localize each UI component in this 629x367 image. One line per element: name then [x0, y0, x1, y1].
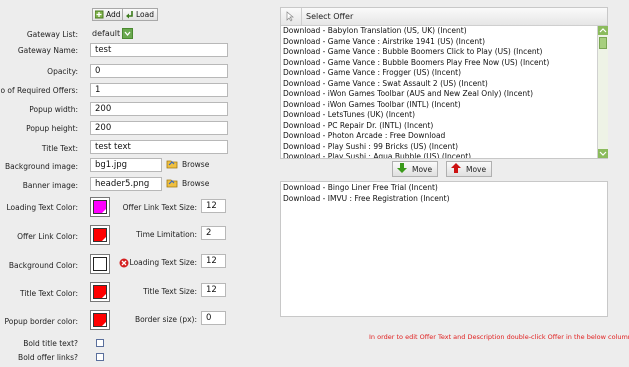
offer-link-text-size-input[interactable]: 12 — [201, 199, 226, 213]
loading-text-size-label: Loading Text Size: — [129, 258, 197, 267]
offer-list-item[interactable]: Download - iWon Games Toolbar (AUS and N… — [281, 89, 597, 100]
popup-width-label: Popup width: — [29, 105, 78, 114]
offer-list-item[interactable]: Download - LetsTunes (UK) (Incent) — [281, 110, 597, 121]
move-down-label: Move — [412, 164, 433, 174]
color-swatch — [93, 313, 107, 327]
color-swatch — [93, 228, 107, 242]
move-up-label: Move — [466, 164, 487, 174]
title-text-size-input[interactable]: 12 — [201, 283, 226, 297]
available-offers-panel: Select Offer Download - Babylon Translat… — [280, 7, 608, 159]
folder-icon — [166, 177, 178, 190]
gateway-list-value: default — [92, 28, 121, 38]
opacity-label: Opacity: — [47, 67, 78, 76]
border-size-label: Border size (px): — [134, 315, 197, 324]
offer-list-item[interactable]: Download - Game Vance : Bubble Boomers P… — [281, 58, 597, 69]
bold-offer-links-label: Bold offer links? — [18, 353, 78, 362]
offers-scrollbar[interactable] — [597, 26, 608, 158]
offer-list-item[interactable]: Download - Game Vance : Airstrike 1941 (… — [281, 37, 597, 48]
move-down-button[interactable]: Move — [392, 161, 439, 177]
loading-text-size-input[interactable]: 12 — [201, 254, 226, 268]
offers-panel-header: Select Offer — [281, 8, 607, 26]
add-label: Add — [106, 10, 121, 19]
scroll-down-icon[interactable] — [598, 149, 608, 158]
offer-list-item[interactable]: Download - Game Vance : Frogger (US) (In… — [281, 68, 597, 79]
required-offers-input[interactable]: 1 — [90, 83, 228, 97]
loading-text-color-picker[interactable] — [90, 197, 110, 217]
offer-list-item[interactable]: Download - Play Sushi : Aqua Bubble (US)… — [281, 152, 597, 158]
arrow-down-icon — [396, 162, 408, 176]
background-color-picker[interactable] — [90, 254, 110, 274]
title-text-color-label: Title Text Color: — [20, 289, 78, 298]
color-swatch — [93, 285, 107, 299]
time-limitation-input[interactable]: 2 — [201, 226, 226, 240]
add-icon — [94, 10, 104, 19]
time-limitation-label: Time Limitation: — [136, 230, 197, 239]
gateway-name-label: Gateway Name: — [17, 46, 78, 55]
browse-label: Browse — [182, 179, 210, 188]
popup-width-input[interactable]: 200 — [90, 102, 228, 116]
clear-color-icon[interactable] — [119, 258, 129, 268]
move-up-button[interactable]: Move — [446, 161, 493, 177]
border-size-input[interactable]: 0 — [201, 311, 226, 325]
banner-image-input[interactable]: header5.png — [90, 177, 162, 191]
offer-list-item[interactable]: Download - Play Sushi : 99 Bricks (US) (… — [281, 142, 597, 153]
available-offers-list[interactable]: Download - Babylon Translation (US, UK) … — [281, 26, 597, 158]
bold-offer-links-checkbox[interactable] — [96, 353, 104, 361]
bold-title-text-label: Bold title text? — [23, 339, 78, 348]
loading-text-color-label: Loading Text Color: — [6, 203, 78, 212]
background-image-input[interactable]: bg1.jpg — [90, 158, 162, 172]
offer-list-item[interactable]: Download - Photon Arcade : Free Download — [281, 131, 597, 142]
opacity-input[interactable]: 0 — [90, 64, 228, 78]
selected-offer-item[interactable]: Download - IMVU : Free Registration (Inc… — [281, 194, 607, 205]
color-swatch — [93, 257, 107, 271]
browse-label: Browse — [182, 160, 210, 169]
scroll-thumb[interactable] — [599, 37, 607, 49]
offer-list-item[interactable]: Download - Game Vance : Bubble Boomers C… — [281, 47, 597, 58]
background-image-label: Background image: — [4, 162, 78, 171]
chevron-down-icon — [122, 27, 134, 39]
title-text-color-picker[interactable] — [90, 282, 110, 302]
background-color-label: Background Color: — [8, 261, 78, 270]
folder-icon — [166, 158, 178, 171]
popup-border-color-label: Popup border color: — [4, 317, 78, 326]
gateway-list-label: Gateway List: — [26, 30, 78, 39]
title-text-size-label: Title Text Size: — [143, 287, 197, 296]
pointer-icon — [285, 11, 295, 24]
selected-offer-item[interactable]: Download - Bingo Liner Free Trial (Incen… — [281, 183, 607, 194]
load-button[interactable]: Load — [122, 8, 158, 21]
offer-list-item[interactable]: Download - Babylon Translation (US, UK) … — [281, 26, 597, 37]
edit-hint-text: In order to edit Offer Text and Descript… — [369, 333, 629, 341]
load-icon — [125, 10, 134, 19]
offer-link-color-label: Offer Link Color: — [17, 232, 78, 241]
load-label: Load — [136, 10, 154, 19]
offer-link-text-size-label: Offer Link Text Size: — [122, 203, 197, 212]
arrow-up-icon — [450, 162, 462, 176]
offers-panel-title: Select Offer — [306, 12, 354, 21]
add-button[interactable]: Add — [92, 8, 125, 21]
offer-list-item[interactable]: Download - Game Vance : Swat Assault 2 (… — [281, 79, 597, 90]
bold-title-text-checkbox[interactable] — [96, 339, 104, 347]
required-offers-label: No of Required Offers: — [0, 86, 78, 95]
banner-image-browse-button[interactable]: Browse — [166, 177, 209, 190]
gateway-name-input[interactable]: test — [90, 43, 228, 57]
banner-image-label: Banner image: — [22, 181, 78, 190]
selected-offers-panel[interactable]: Download - Bingo Liner Free Trial (Incen… — [280, 181, 608, 317]
popup-height-input[interactable]: 200 — [90, 121, 228, 135]
title-text-input[interactable]: test text — [90, 140, 228, 154]
title-text-label: Title Text: — [41, 144, 78, 153]
offer-link-color-picker[interactable] — [90, 225, 110, 245]
scroll-up-icon[interactable] — [598, 26, 608, 35]
gateway-list-select[interactable]: default — [92, 27, 134, 39]
background-image-browse-button[interactable]: Browse — [166, 158, 209, 171]
offer-list-item[interactable]: Download - PC Repair Dr. (INTL) (Incent) — [281, 121, 597, 132]
offer-list-item[interactable]: Download - iWon Games Toolbar (INTL) (In… — [281, 100, 597, 111]
popup-border-color-picker[interactable] — [90, 310, 110, 330]
color-swatch — [93, 200, 107, 214]
popup-height-label: Popup height: — [26, 124, 78, 133]
